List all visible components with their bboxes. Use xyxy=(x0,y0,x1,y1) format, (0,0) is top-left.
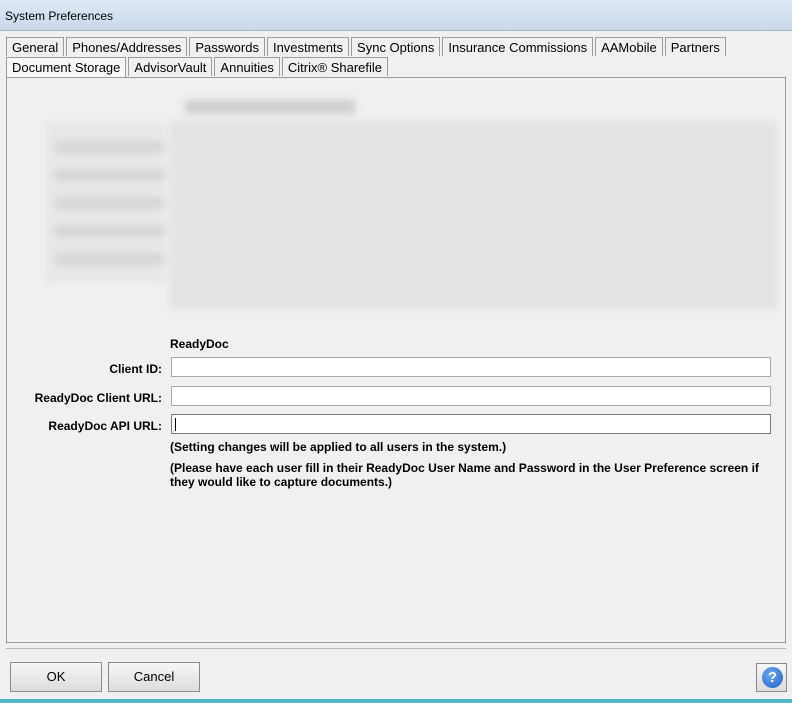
footer-divider xyxy=(6,648,786,649)
tab-sync-options[interactable]: Sync Options xyxy=(351,37,441,56)
tab-advisorvault[interactable]: AdvisorVault xyxy=(128,57,213,76)
readydoc-client-url-label: ReadyDoc Client URL: xyxy=(34,391,162,405)
text-caret xyxy=(175,418,176,431)
client-id-input[interactable] xyxy=(171,357,771,377)
title-bar: System Preferences xyxy=(0,0,792,31)
user-preference-note: (Please have each user fill in their Rea… xyxy=(170,461,759,489)
readydoc-section-title: ReadyDoc xyxy=(170,337,229,351)
cancel-button[interactable]: Cancel xyxy=(108,662,200,692)
tab-content-panel: ReadyDoc Client ID: ReadyDoc Client URL:… xyxy=(6,77,786,643)
help-button[interactable]: ? xyxy=(756,663,787,692)
readydoc-api-url-input[interactable] xyxy=(171,414,771,434)
window-bottom-edge xyxy=(0,699,792,703)
tab-passwords[interactable]: Passwords xyxy=(189,37,265,56)
readydoc-api-url-label: ReadyDoc API URL: xyxy=(48,419,162,433)
tab-investments[interactable]: Investments xyxy=(266,37,350,56)
tab-row-2: Document Storage AdvisorVault Annuities … xyxy=(6,57,390,78)
obscured-settings-area xyxy=(45,92,777,312)
tab-annuities[interactable]: Annuities xyxy=(214,57,280,76)
tab-partners[interactable]: Partners xyxy=(664,37,726,56)
tab-insurance-commissions[interactable]: Insurance Commissions xyxy=(442,37,594,56)
tab-aamobile[interactable]: AAMobile xyxy=(595,37,663,56)
client-id-label: Client ID: xyxy=(109,362,162,376)
tab-row-1: General Phones/Addresses Passwords Inves… xyxy=(6,37,728,57)
tab-document-storage[interactable]: Document Storage xyxy=(6,57,127,78)
tab-citrix-sharefile[interactable]: Citrix® Sharefile xyxy=(281,57,389,76)
help-question-icon: ? xyxy=(762,667,783,688)
window-title: System Preferences xyxy=(5,9,114,23)
tab-phones-addresses[interactable]: Phones/Addresses xyxy=(66,37,188,56)
ok-button[interactable]: OK xyxy=(10,662,102,692)
tab-general[interactable]: General xyxy=(6,37,65,56)
settings-applied-note: (Setting changes will be applied to all … xyxy=(170,440,507,454)
readydoc-client-url-input[interactable] xyxy=(171,386,771,406)
